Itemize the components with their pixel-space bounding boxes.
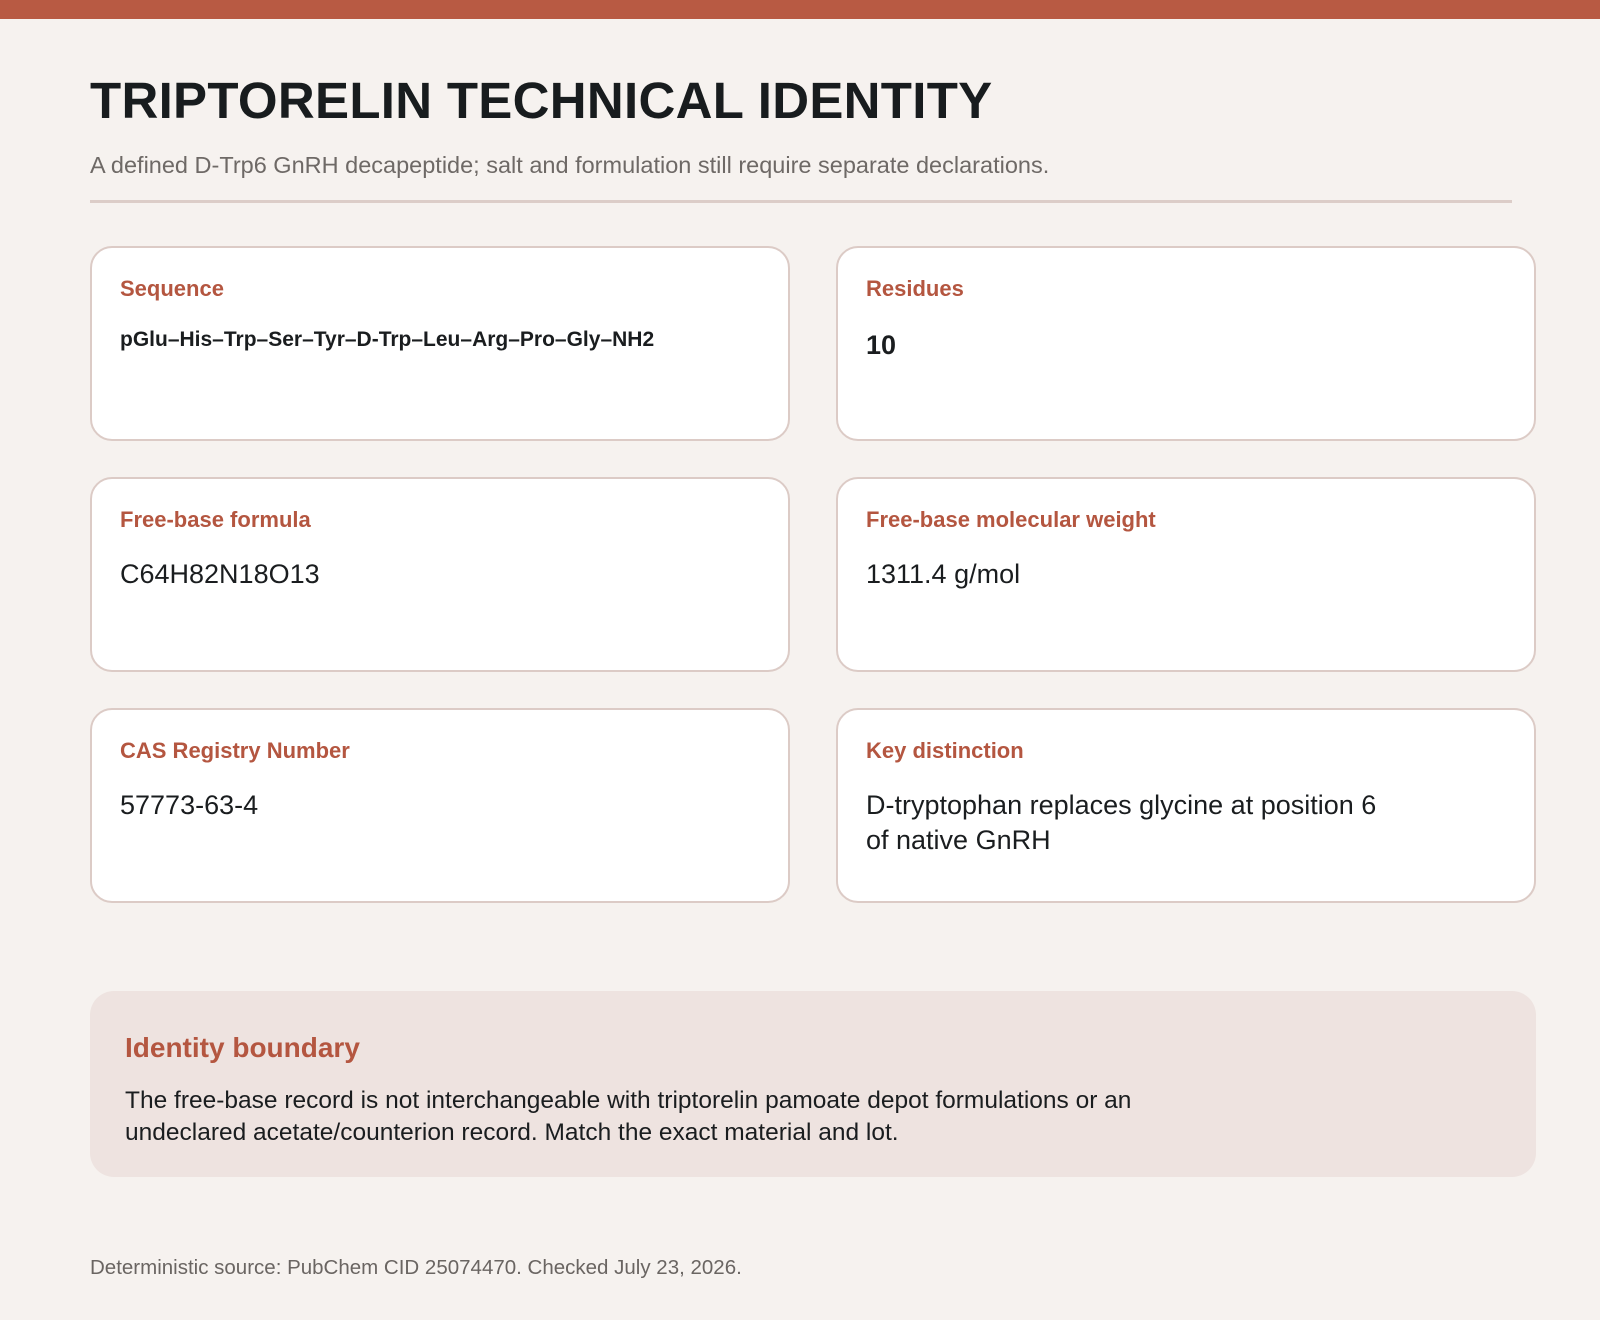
residues-value: 10 bbox=[866, 330, 897, 360]
key-distinction-card: Key distinction D-tryptophan replaces gl… bbox=[836, 708, 1536, 903]
residues-card: Residues 10 bbox=[836, 246, 1536, 441]
card-label: Free-base molecular weight bbox=[866, 507, 1156, 532]
formula-card: Free-base formula C64H82N18O13 bbox=[90, 477, 790, 672]
identity-boundary-panel: Identity boundary The free-base record i… bbox=[90, 991, 1536, 1177]
header-divider bbox=[90, 200, 1512, 203]
cas-number-card: CAS Registry Number 57773-63-4 bbox=[90, 708, 790, 903]
molecular-weight-card: Free-base molecular weight 1311.4 g/mol bbox=[836, 477, 1536, 672]
key-distinction-value: D-tryptophan replaces glycine at positio… bbox=[866, 790, 1377, 855]
boundary-title: Identity boundary bbox=[125, 1032, 360, 1063]
page-title: TRIPTORELIN TECHNICAL IDENTITY bbox=[90, 72, 993, 129]
formula-value: C64H82N18O13 bbox=[120, 559, 320, 589]
page-header: TRIPTORELIN TECHNICAL IDENTITY A defined… bbox=[90, 70, 1512, 179]
molecular-weight-value: 1311.4 g/mol bbox=[866, 559, 1021, 589]
cas-number-value: 57773-63-4 bbox=[120, 790, 259, 820]
top-accent-bar bbox=[0, 0, 1600, 19]
sequence-value: pGlu–His–Trp–Ser–Tyr–D-Trp–Leu–Arg–Pro–G… bbox=[120, 328, 655, 351]
card-label: Residues bbox=[866, 276, 964, 301]
card-label: Key distinction bbox=[866, 738, 1024, 763]
card-label: CAS Registry Number bbox=[120, 738, 350, 763]
card-label: Sequence bbox=[120, 276, 224, 301]
identity-card-grid: Sequence pGlu–His–Trp–Ser–Tyr–D-Trp–Leu–… bbox=[90, 246, 1536, 903]
source-footnote: Deterministic source: PubChem CID 250744… bbox=[90, 1256, 742, 1279]
page-subtitle: A defined D-Trp6 GnRH decapeptide; salt … bbox=[90, 152, 1050, 178]
card-label: Free-base formula bbox=[120, 507, 311, 532]
boundary-text: The free-base record is not interchangea… bbox=[125, 1087, 1132, 1146]
sequence-card: Sequence pGlu–His–Trp–Ser–Tyr–D-Trp–Leu–… bbox=[90, 246, 790, 441]
